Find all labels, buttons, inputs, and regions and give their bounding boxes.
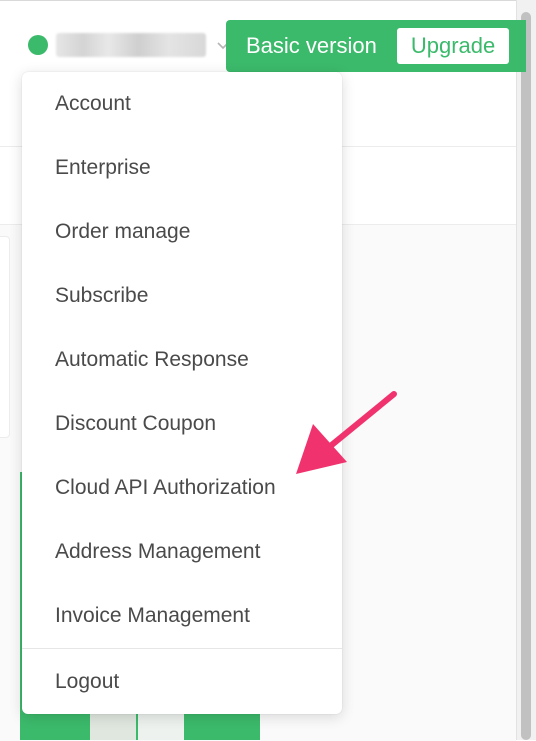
menu-item-address-management[interactable]: Address Management: [22, 520, 342, 584]
menu-item-subscribe[interactable]: Subscribe: [22, 264, 342, 328]
menu-list: Account Enterprise Order manage Subscrib…: [22, 72, 342, 648]
menu-item-automatic-response[interactable]: Automatic Response: [22, 328, 342, 392]
window-top-border: [0, 0, 536, 1]
menu-divider: [22, 648, 342, 649]
menu-item-enterprise[interactable]: Enterprise: [22, 136, 342, 200]
plan-label: Basic version: [246, 33, 377, 58]
menu-item-discount-coupon[interactable]: Discount Coupon: [22, 392, 342, 456]
upgrade-button[interactable]: Upgrade: [396, 28, 510, 64]
scrollbar-thumb[interactable]: [521, 12, 531, 740]
menu-item-order-manage[interactable]: Order manage: [22, 200, 342, 264]
menu-item-account[interactable]: Account: [22, 72, 342, 136]
menu-item-cloud-api-authorization[interactable]: Cloud API Authorization: [22, 456, 342, 520]
menu-item-invoice-management[interactable]: Invoice Management: [22, 584, 342, 648]
user-menu-trigger[interactable]: [28, 26, 230, 64]
plan-badge: Basic version Upgrade: [226, 20, 526, 72]
content-card: [0, 236, 10, 438]
user-avatar: [28, 35, 48, 55]
user-name-redacted: [56, 33, 206, 57]
menu-item-logout[interactable]: Logout: [22, 650, 342, 714]
user-dropdown-menu: Account Enterprise Order manage Subscrib…: [22, 72, 342, 714]
